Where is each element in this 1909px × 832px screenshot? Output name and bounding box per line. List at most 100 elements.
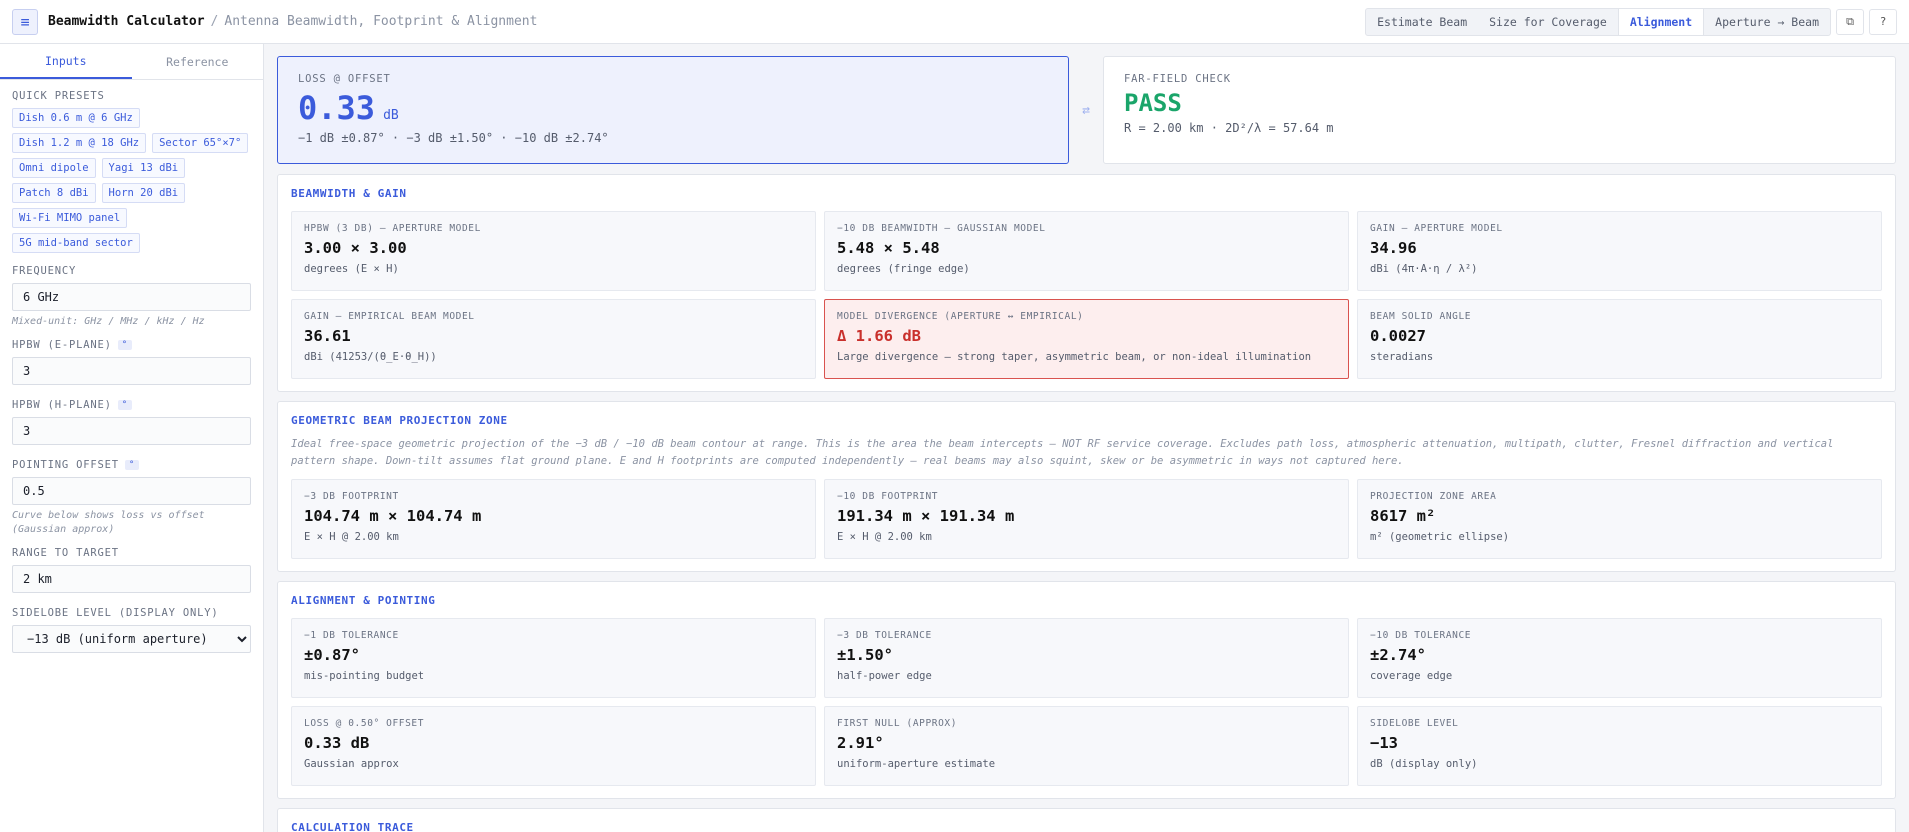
card-sub: E × H @ 2.00 km: [304, 531, 399, 543]
tab-estimate-beam[interactable]: Estimate Beam: [1366, 9, 1478, 35]
result-card: BEAM SOLID ANGLE 0.0027 steradians: [1357, 299, 1882, 379]
hpbw-e-label-text: HPBW (E-PLANE): [12, 339, 112, 351]
card-value: −13: [1370, 734, 1398, 752]
card-value: 8617 m²: [1370, 507, 1436, 525]
card-value: Δ 1.66 dB: [837, 327, 921, 345]
preset-button[interactable]: Yagi 13 dBi: [101, 158, 186, 178]
card-label: LOSS @ 0.50° OFFSET: [304, 718, 425, 729]
panel-title: BEAMWIDTH & GAIN: [291, 187, 407, 200]
result-card: −10 DB FOOTPRINT 191.34 m × 191.34 m E ×…: [824, 479, 1349, 559]
card-sub: E × H @ 2.00 km: [837, 531, 932, 543]
tab-size-for-coverage[interactable]: Size for Coverage: [1478, 9, 1618, 35]
card-sub: dB (display only): [1370, 758, 1478, 770]
range-input[interactable]: [12, 565, 251, 593]
card-sub: degrees (E × H): [304, 263, 399, 275]
card-sub: degrees (fringe edge): [837, 263, 970, 275]
app-header: ≡ Beamwidth Calculator / Antenna Beamwid…: [0, 0, 1909, 44]
far-field-status: PASS: [1124, 89, 1182, 117]
menu-icon[interactable]: ≡: [12, 8, 38, 35]
panel-title: GEOMETRIC BEAM PROJECTION ZONE: [291, 414, 508, 427]
card-value: ±1.50°: [837, 646, 893, 664]
pointing-offset-label: POINTING OFFSET °: [12, 459, 251, 471]
result-card: LOSS @ 0.50° OFFSET 0.33 dB Gaussian app…: [291, 706, 816, 786]
sidelobe-select[interactable]: −13 dB (uniform aperture): [12, 625, 251, 653]
card-label: GAIN — EMPIRICAL BEAM MODEL: [304, 311, 475, 322]
mode-tabs: Estimate Beam Size for Coverage Alignmen…: [1365, 7, 1831, 36]
card-value: ±2.74°: [1370, 646, 1426, 664]
card-value: 34.96: [1370, 239, 1417, 257]
alignment-panel: ALIGNMENT & POINTING −1 DB TOLERANCE ±0.…: [277, 581, 1896, 799]
card-sub: mis-pointing budget: [304, 670, 425, 682]
preset-button[interactable]: Horn 20 dBi: [101, 183, 186, 203]
card-sub: half-power edge: [837, 670, 932, 682]
card-label: PROJECTION ZONE AREA: [1370, 491, 1497, 502]
result-card: −3 DB FOOTPRINT 104.74 m × 104.74 m E × …: [291, 479, 816, 559]
card-sub: dBi (41253/(θ_E·θ_H)): [304, 351, 437, 363]
breadcrumb-separator: /: [210, 14, 219, 29]
preset-button[interactable]: 5G mid-band sector: [12, 233, 140, 253]
card-sub: Large divergence — strong taper, asymmet…: [837, 351, 1312, 363]
card-sub: coverage edge: [1370, 670, 1453, 682]
card-label: HPBW (3 DB) — APERTURE MODEL: [304, 223, 481, 234]
degree-badge: °: [124, 460, 140, 470]
preset-button[interactable]: Omni dipole: [12, 158, 96, 178]
result-card: HPBW (3 DB) — APERTURE MODEL 3.00 × 3.00…: [291, 211, 816, 291]
card-label: MODEL DIVERGENCE (APERTURE ↔ EMPIRICAL): [837, 311, 1084, 322]
far-field-label: FAR-FIELD CHECK: [1124, 73, 1231, 85]
card-value: 2.91°: [837, 734, 884, 752]
card-value: 3.00 × 3.00: [304, 239, 407, 257]
hpbw-h-label: HPBW (H-PLANE) °: [12, 399, 251, 411]
frequency-input[interactable]: [12, 283, 251, 311]
panel-title: ALIGNMENT & POINTING: [291, 594, 436, 607]
calculation-trace-panel: CALCULATION TRACE: [277, 808, 1896, 832]
page-subtitle: Antenna Beamwidth, Footprint & Alignment: [224, 14, 538, 29]
preset-button[interactable]: Sector 65°×7°: [152, 133, 249, 153]
result-card: −10 DB BEAMWIDTH — GAUSSIAN MODEL 5.48 ×…: [824, 211, 1349, 291]
presets-label: QUICK PRESETS: [12, 90, 105, 102]
tab-aperture-to-beam[interactable]: Aperture → Beam: [1704, 9, 1830, 35]
tab-inputs[interactable]: Inputs: [0, 44, 132, 79]
app-title: Beamwidth Calculator: [48, 14, 205, 29]
loss-at-offset-card: LOSS @ OFFSET 0.33 dB −1 dB ±0.87° · −3 …: [277, 56, 1069, 164]
help-icon[interactable]: ?: [1869, 8, 1897, 35]
result-card: −3 DB TOLERANCE ±1.50° half-power edge: [824, 618, 1349, 698]
hpbw-e-input[interactable]: [12, 357, 251, 385]
preset-button[interactable]: Patch 8 dBi: [12, 183, 96, 203]
hpbw-h-input[interactable]: [12, 417, 251, 445]
card-sub: m² (geometric ellipse): [1370, 531, 1510, 543]
loss-tolerances: −1 dB ±0.87° · −3 dB ±1.50° · −10 dB ±2.…: [298, 131, 609, 145]
loss-value: 0.33: [298, 89, 376, 127]
sidebar-tabs: Inputs Reference: [0, 44, 263, 80]
model-divergence-card: MODEL DIVERGENCE (APERTURE ↔ EMPIRICAL) …: [824, 299, 1349, 379]
card-label: −10 DB TOLERANCE: [1370, 630, 1472, 641]
tab-alignment[interactable]: Alignment: [1617, 8, 1705, 35]
pointing-offset-input[interactable]: [12, 477, 251, 505]
preset-list: Dish 0.6 m @ 6 GHz Dish 1.2 m @ 18 GHz S…: [12, 108, 252, 253]
preset-button[interactable]: Wi-Fi MIMO panel: [12, 208, 128, 228]
card-value: 104.74 m × 104.74 m: [304, 507, 482, 525]
card-sub: Gaussian approx: [304, 758, 399, 770]
result-card: SIDELOBE LEVEL −13 dB (display only): [1357, 706, 1882, 786]
card-label: −1 DB TOLERANCE: [304, 630, 399, 641]
result-card: −10 DB TOLERANCE ±2.74° coverage edge: [1357, 618, 1882, 698]
panel-title: CALCULATION TRACE: [291, 821, 414, 832]
tab-reference[interactable]: Reference: [132, 44, 264, 79]
preset-button[interactable]: Dish 1.2 m @ 18 GHz: [12, 133, 147, 153]
pointing-offset-label-text: POINTING OFFSET: [12, 459, 119, 471]
card-label: FIRST NULL (APPROX): [837, 718, 958, 729]
far-field-card: FAR-FIELD CHECK PASS R = 2.00 km · 2D²/λ…: [1103, 56, 1896, 164]
result-card: FIRST NULL (APPROX) 2.91° uniform-apertu…: [824, 706, 1349, 786]
copy-icon[interactable]: ⧉: [1836, 8, 1864, 35]
card-value: 5.48 × 5.48: [837, 239, 940, 257]
preset-button[interactable]: Dish 0.6 m @ 6 GHz: [12, 108, 140, 128]
card-label: −10 DB FOOTPRINT: [837, 491, 939, 502]
card-value: 0.0027: [1370, 327, 1426, 345]
loss-label: LOSS @ OFFSET: [298, 73, 391, 85]
card-value: ±0.87°: [304, 646, 360, 664]
projection-panel: GEOMETRIC BEAM PROJECTION ZONE Ideal fre…: [277, 401, 1896, 572]
swap-icon[interactable]: ⇄: [1069, 103, 1103, 118]
beamwidth-gain-panel: BEAMWIDTH & GAIN HPBW (3 DB) — APERTURE …: [277, 174, 1896, 392]
inputs-sidebar: Inputs Reference QUICK PRESETS Dish 0.6 …: [0, 44, 264, 832]
sidelobe-label: SIDELOBE LEVEL (DISPLAY ONLY): [12, 607, 219, 619]
card-label: −3 DB TOLERANCE: [837, 630, 932, 641]
